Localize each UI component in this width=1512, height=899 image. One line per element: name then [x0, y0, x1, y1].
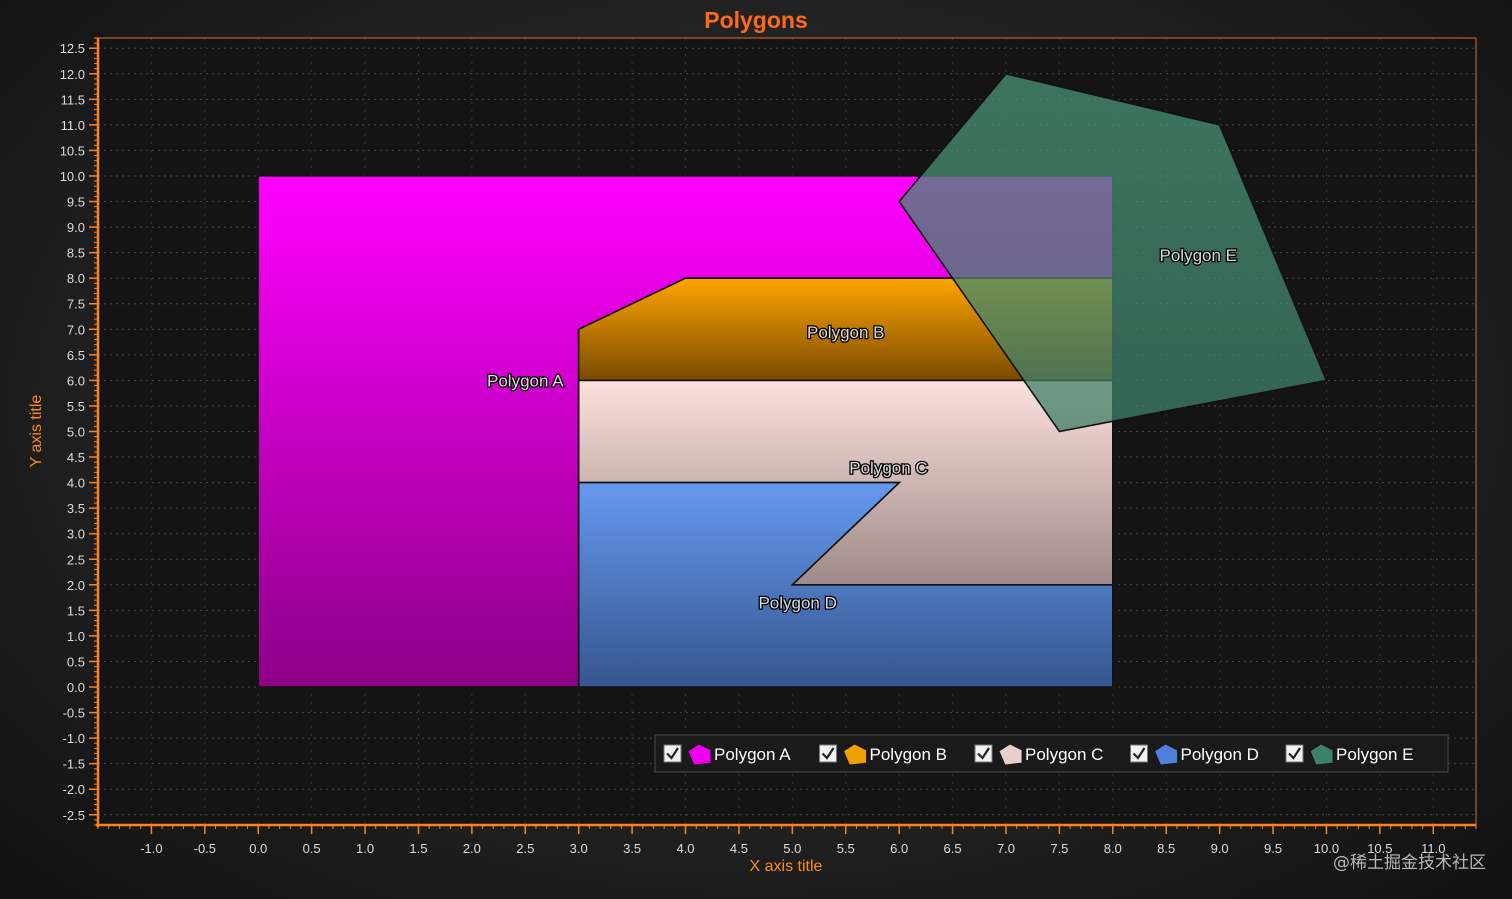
- chart-window: Polygons Polygon A Polygon B Polygon C Poly…: [0, 0, 1512, 899]
- y-tick-label: 5.0: [67, 425, 85, 440]
- x-tick-label: -0.5: [194, 841, 216, 856]
- y-tick-label: 5.5: [67, 399, 85, 414]
- x-tick-label: 2.0: [463, 841, 481, 856]
- x-tick-label: 0.5: [303, 841, 321, 856]
- y-tick-label: 2.5: [67, 552, 85, 567]
- y-tick-label: 1.0: [67, 629, 85, 644]
- polygon-label-a: Polygon A: [487, 371, 564, 390]
- polygon-label-b: Polygon B: [807, 323, 885, 342]
- legend-checkbox[interactable]: [1130, 744, 1148, 763]
- legend-label: Polygon D: [1181, 745, 1259, 764]
- y-tick-label: 8.0: [67, 271, 85, 286]
- x-tick-label: 6.5: [944, 841, 962, 856]
- x-tick-label: 7.0: [997, 841, 1015, 856]
- y-tick-label: 4.0: [67, 476, 85, 491]
- y-tick-label: -1.5: [63, 757, 85, 772]
- x-tick-label: 6.0: [890, 841, 908, 856]
- polygon-label-e: Polygon E: [1160, 246, 1238, 265]
- legend-checkbox[interactable]: [1285, 744, 1304, 763]
- y-tick-label: -2.0: [63, 782, 85, 797]
- y-tick-label: -1.0: [63, 731, 85, 746]
- y-tick-label: 1.5: [67, 603, 85, 618]
- x-tick-label: 3.5: [623, 841, 641, 856]
- y-tick-label: 0.5: [67, 654, 85, 669]
- x-tick-label: 0.0: [249, 841, 267, 856]
- y-tick-label: 11.0: [61, 118, 85, 133]
- y-tick-label: 12.0: [60, 67, 85, 82]
- legend-checkbox[interactable]: [974, 744, 993, 763]
- y-tick-label: 12.5: [60, 41, 85, 56]
- polygon-label-c: Polygon C: [849, 458, 927, 477]
- watermark: @稀土掘金技术社区: [1333, 853, 1486, 873]
- x-tick-label: 1.0: [356, 841, 374, 856]
- x-tick-label: 9.0: [1211, 841, 1229, 856]
- x-tick-label: 3.0: [570, 841, 588, 856]
- y-tick-label: 9.5: [67, 195, 85, 210]
- chart-title: Polygons: [704, 7, 808, 33]
- y-tick-label: 3.5: [67, 501, 85, 516]
- x-tick-label: 8.5: [1157, 841, 1175, 856]
- legend-label: Polygon A: [714, 745, 791, 764]
- y-tick-label: 6.0: [67, 373, 85, 388]
- legend-checkbox[interactable]: [663, 744, 682, 763]
- y-tick-label: 10.0: [60, 169, 85, 184]
- x-tick-label: -1.0: [140, 841, 162, 856]
- x-tick-label: 1.5: [409, 841, 427, 856]
- x-tick-label: 8.0: [1104, 841, 1122, 856]
- x-axis-title: X axis title: [750, 858, 823, 875]
- x-tick-label: 9.5: [1264, 841, 1282, 856]
- x-tick-label: 4.0: [676, 841, 694, 856]
- y-tick-label: -0.5: [63, 706, 85, 721]
- y-tick-label: 6.5: [67, 348, 85, 363]
- legend-checkbox[interactable]: [819, 744, 837, 763]
- legend: Polygon A Polygon B Polygon C Polygon D Poly…: [654, 734, 1449, 773]
- y-tick-label: 0.0: [67, 680, 85, 695]
- x-tick-label: 4.5: [730, 841, 748, 856]
- polygons-chart: Polygons Polygon APolygon BPolygon CPoly…: [28, 7, 1486, 875]
- legend-label: Polygon E: [1336, 745, 1414, 764]
- y-tick-label: -2.5: [63, 808, 85, 823]
- x-tick-label: 5.5: [837, 841, 855, 856]
- x-tick-label: 7.5: [1050, 841, 1068, 856]
- y-tick-label: 7.0: [67, 322, 85, 337]
- y-tick-label: 11.5: [61, 92, 85, 107]
- x-tick-label: 5.0: [783, 841, 801, 856]
- y-axis-title: Y axis title: [28, 395, 45, 468]
- y-tick-label: 4.5: [67, 450, 85, 465]
- legend-label: Polygon B: [870, 745, 948, 764]
- y-tick-label: 10.5: [60, 143, 85, 158]
- polygon-label-d: Polygon D: [758, 594, 836, 613]
- y-tick-label: 8.5: [67, 246, 85, 261]
- y-tick-label: 2.0: [67, 578, 85, 593]
- legend-label: Polygon C: [1025, 745, 1103, 764]
- y-tick-label: 9.0: [67, 220, 85, 235]
- y-tick-label: 3.0: [67, 527, 85, 542]
- x-tick-label: 2.5: [516, 841, 534, 856]
- y-tick-label: 7.5: [67, 297, 85, 312]
